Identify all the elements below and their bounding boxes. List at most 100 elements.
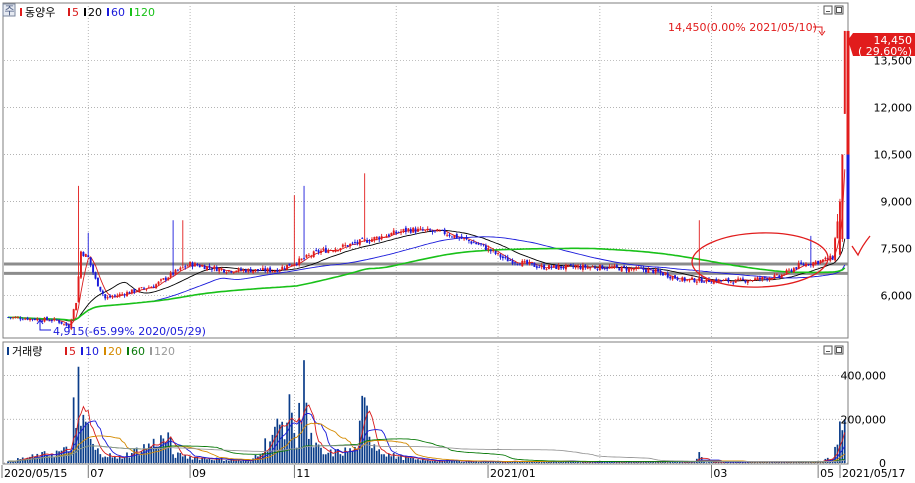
volume-bar [371, 448, 373, 463]
volume-bar [143, 444, 145, 463]
volume-bar [574, 461, 577, 463]
volume-bar [414, 459, 417, 463]
volume-bar [412, 457, 414, 463]
volume-bar [198, 459, 201, 463]
volume-bar [407, 457, 410, 463]
y-tick-label: 7,500 [881, 242, 913, 255]
volume-y-tick-label: 200,000 [841, 413, 887, 426]
volume-bar [375, 450, 378, 463]
price-ma-legend-swatch [84, 8, 86, 16]
volume-bar [363, 397, 366, 463]
candle [412, 226, 415, 233]
candle [72, 308, 75, 322]
volume-title: 거래량 [12, 345, 42, 358]
volume-bar [109, 453, 111, 463]
volume-bar [463, 461, 465, 463]
volume-ma-legend-label: 60 [131, 345, 145, 358]
volume-ma-legend-label: 10 [85, 345, 99, 358]
volume-bar [397, 456, 400, 463]
volume-bar [155, 447, 157, 463]
volume-bar [380, 454, 383, 463]
candle [533, 262, 536, 267]
candle [838, 198, 841, 256]
volume-bar [586, 462, 589, 463]
volume-bar [351, 451, 354, 463]
volume-bar [264, 438, 267, 463]
volume-bar [106, 457, 109, 463]
volume-bar [121, 458, 123, 463]
price-ma-legend-label: 60 [111, 6, 125, 19]
price-ma-legend-swatch [107, 8, 109, 16]
volume-bar [237, 460, 240, 463]
volume-bar [666, 462, 669, 463]
minimize-button[interactable] [823, 5, 833, 15]
candle [96, 277, 99, 287]
candle [598, 264, 601, 271]
volume-bar [419, 460, 422, 463]
volume-bar [395, 458, 397, 463]
volume-bar [172, 454, 174, 463]
candle [286, 264, 289, 271]
volume-bar [402, 459, 405, 463]
volume-bar [128, 457, 131, 463]
volume-bar [676, 461, 679, 463]
volume-bar [775, 462, 778, 463]
volume-bar [417, 459, 419, 463]
x-tick-label: 2020/05/15 [4, 467, 67, 480]
y-tick-label: 10,500 [874, 149, 913, 162]
candle [174, 268, 177, 276]
price-ma-legend-swatch [68, 8, 70, 16]
volume-bar [482, 461, 485, 463]
volume-bar [281, 421, 284, 463]
volume-bar [94, 449, 97, 463]
volume-bar [344, 447, 347, 463]
volume-bar [67, 451, 70, 463]
volume-bar [191, 459, 194, 463]
volume-bar [186, 458, 189, 463]
volume-bar [174, 457, 177, 463]
volume-bar [130, 453, 133, 463]
volume-bar [429, 460, 431, 463]
volume-bar [276, 418, 279, 463]
volume-bar [181, 456, 184, 463]
volume-y-tick-label: 400,000 [841, 370, 887, 383]
volume-bar [320, 447, 322, 463]
volume-bar [383, 454, 385, 463]
volume-bar [334, 449, 337, 463]
volume-bar [58, 451, 60, 463]
volume-ma-legend-swatch [81, 347, 83, 355]
volume-bar [477, 461, 480, 463]
price-ma-legend-swatch [130, 8, 132, 16]
volume-bar [378, 449, 381, 463]
volume-bar [111, 457, 114, 463]
volume-bar [126, 452, 128, 463]
low-annotation: 4,915(-65.99% 2020/05/29) [53, 325, 206, 338]
volume-bar [710, 461, 713, 463]
volume-bar [317, 444, 320, 463]
volume-bar [116, 458, 119, 463]
volume-bar [194, 457, 196, 463]
volume-bar [160, 435, 162, 463]
x-tick-label: 07 [90, 467, 104, 480]
x-tick-label: 11 [296, 467, 310, 480]
volume-bar [540, 461, 543, 463]
y-tick-label: 6,000 [881, 289, 913, 302]
volume-bar [92, 443, 94, 463]
volume-bar [421, 459, 424, 463]
current-price-tag: 14,450 ( 29.60%) [848, 33, 915, 58]
candle [834, 236, 837, 262]
volume-bar [291, 412, 293, 463]
volume-bar [708, 462, 710, 463]
volume-bar [424, 460, 427, 463]
volume-bar [104, 456, 107, 463]
y-tick-label: 9,000 [881, 195, 913, 208]
volume-bar [179, 453, 182, 463]
volume-bar [50, 454, 53, 463]
candle [75, 302, 78, 311]
minimize-button[interactable] [823, 345, 833, 355]
volume-bar [640, 462, 642, 463]
volume-bar [385, 456, 388, 463]
volume-bar [77, 366, 80, 463]
candle [841, 154, 844, 242]
volume-bar [312, 447, 315, 463]
